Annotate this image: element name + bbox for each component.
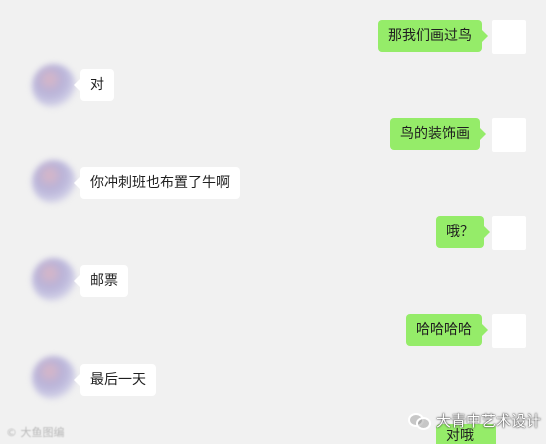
watermark-right: 大青中艺术设计 bbox=[408, 408, 541, 432]
self-avatar[interactable] bbox=[492, 216, 526, 250]
self-avatar[interactable] bbox=[492, 118, 526, 152]
message-bubble-sent[interactable]: 哦？ bbox=[436, 216, 490, 248]
wechat-icon bbox=[408, 411, 431, 430]
message-bubble-received[interactable]: 最后一天 bbox=[74, 364, 156, 396]
self-avatar[interactable] bbox=[492, 314, 526, 348]
contact-avatar[interactable] bbox=[32, 160, 76, 204]
contact-avatar[interactable] bbox=[32, 356, 76, 400]
self-avatar[interactable] bbox=[492, 20, 526, 54]
contact-avatar[interactable] bbox=[32, 258, 76, 302]
chat-window: 那我们画过鸟 对 鸟的装饰画 你冲刺班也布置了牛啊 哦？ 邮票 哈哈哈哈 最后一… bbox=[0, 0, 546, 444]
message-bubble-sent[interactable]: 那我们画过鸟 bbox=[378, 20, 488, 52]
message-bubble-received[interactable]: 你冲刺班也布置了牛啊 bbox=[74, 167, 240, 199]
message-bubble-received[interactable]: 邮票 bbox=[74, 265, 128, 297]
message-bubble-sent[interactable]: 鸟的装饰画 bbox=[390, 118, 486, 150]
watermark-text: 大青中艺术设计 bbox=[436, 411, 542, 430]
watermark-left: © 大鱼图编 bbox=[6, 426, 65, 439]
message-bubble-received[interactable]: 对 bbox=[74, 69, 114, 101]
contact-avatar[interactable] bbox=[32, 64, 76, 108]
message-bubble-sent[interactable]: 哈哈哈哈 bbox=[406, 314, 488, 346]
